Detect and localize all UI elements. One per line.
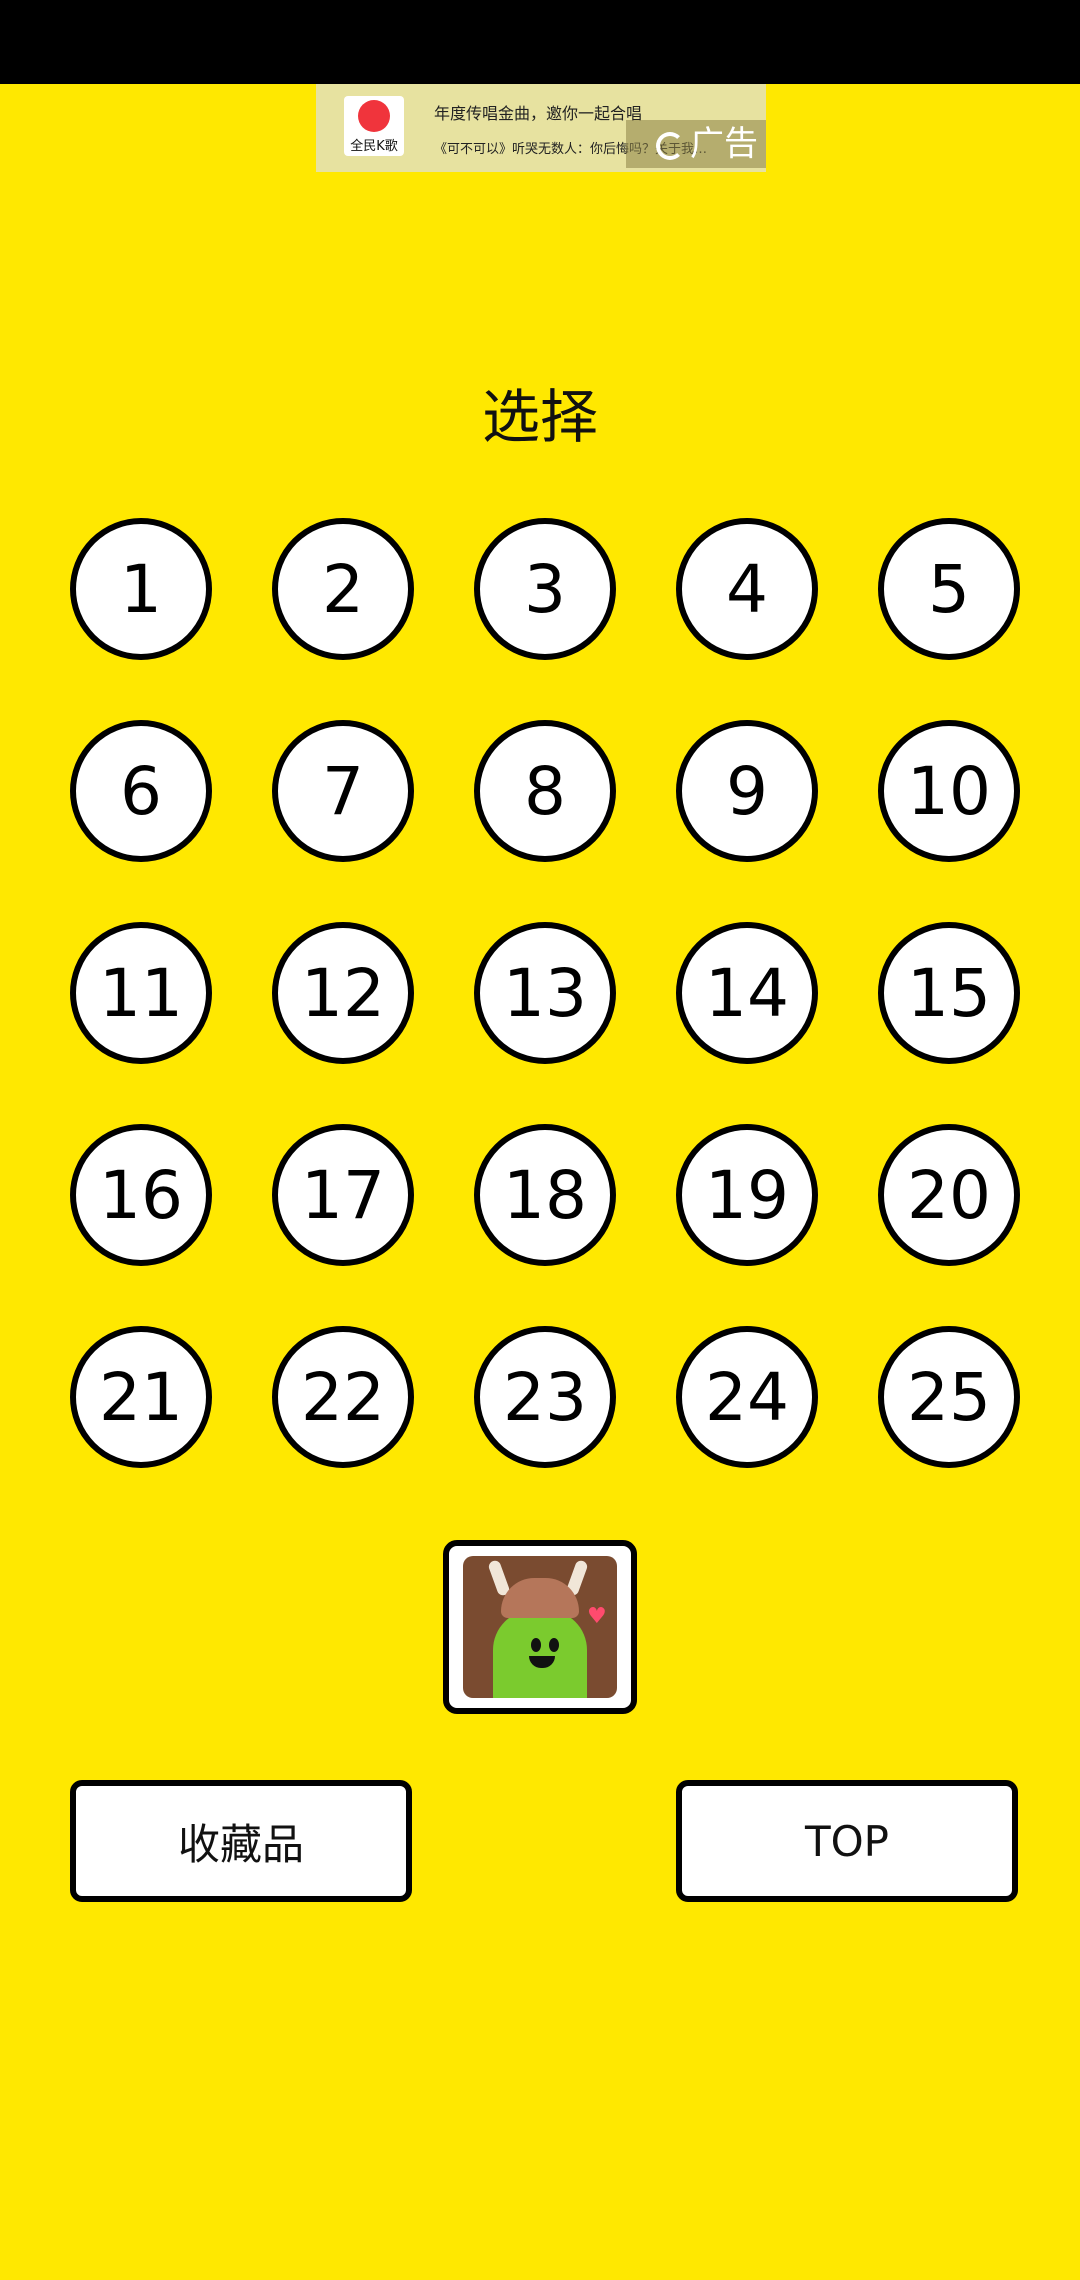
level-button-14[interactable]: 14: [676, 922, 818, 1064]
level-button-2[interactable]: 2: [272, 518, 414, 660]
level-button-12[interactable]: 12: [272, 922, 414, 1064]
character-eye-right: [549, 1638, 559, 1652]
level-button-16[interactable]: 16: [70, 1124, 212, 1266]
level-button-20[interactable]: 20: [878, 1124, 1020, 1266]
level-button-4[interactable]: 4: [676, 518, 818, 660]
level-button-11[interactable]: 11: [70, 922, 212, 1064]
character-body: [493, 1610, 587, 1698]
level-button-1[interactable]: 1: [70, 518, 212, 660]
level-button-18[interactable]: 18: [474, 1124, 616, 1266]
level-button-7[interactable]: 7: [272, 720, 414, 862]
level-button-9[interactable]: 9: [676, 720, 818, 862]
level-button-5[interactable]: 5: [878, 518, 1020, 660]
ad-tag-label: 广告: [690, 124, 758, 164]
level-button-22[interactable]: 22: [272, 1326, 414, 1468]
karaoke-logo-icon: [358, 100, 390, 132]
heart-icon: ♥: [587, 1604, 607, 1629]
ad-headline: 年度传唱金曲，邀你一起合唱: [434, 104, 643, 123]
status-bar: [0, 0, 1080, 84]
level-button-25[interactable]: 25: [878, 1326, 1020, 1468]
ad-banner[interactable]: 全民K歌 年度传唱金曲，邀你一起合唱 《可不可以》听哭无数人：你后悔吗？关于我……: [316, 84, 766, 172]
level-button-10[interactable]: 10: [878, 720, 1020, 862]
page-title: 选择: [481, 383, 598, 451]
level-button-17[interactable]: 17: [272, 1124, 414, 1266]
collection-button[interactable]: 收藏品: [70, 1780, 412, 1902]
level-button-15[interactable]: 15: [878, 922, 1020, 1064]
level-button-23[interactable]: 23: [474, 1326, 616, 1468]
level-button-6[interactable]: 6: [70, 720, 212, 862]
ad-logo-text: 全民K歌: [350, 139, 398, 154]
character-eye-left: [531, 1638, 541, 1652]
character-button[interactable]: ♥: [443, 1540, 637, 1714]
level-button-19[interactable]: 19: [676, 1124, 818, 1266]
ad-tag[interactable]: 广告: [626, 120, 766, 168]
level-button-21[interactable]: 21: [70, 1326, 212, 1468]
character-avatar: ♥: [463, 1556, 617, 1698]
ad-app-logo: 全民K歌: [344, 96, 404, 156]
level-button-24[interactable]: 24: [676, 1326, 818, 1468]
ad-refresh-icon: [656, 131, 684, 160]
level-button-13[interactable]: 13: [474, 922, 616, 1064]
level-button-3[interactable]: 3: [474, 518, 616, 660]
top-button[interactable]: TOP: [676, 1780, 1018, 1902]
level-button-8[interactable]: 8: [474, 720, 616, 862]
